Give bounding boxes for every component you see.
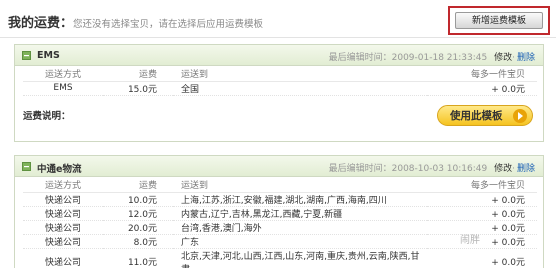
cell-fee: 12.0元 xyxy=(103,206,173,221)
template-meta: 最后编辑时间：2008-10-03 10:16:49 修改· 删除 xyxy=(328,164,535,174)
page-header: 我的运费：您还没有选择宝贝，请在选择后应用运费模板 新增运费模板 xyxy=(0,0,556,38)
rate-table: 运送方式 运费 运送到 每多一件宝贝 EMS 15.0元 全国 + 0.0元 xyxy=(23,66,537,96)
template-header: 中通e物流 最后编辑时间：2008-10-03 10:16:49 修改· 删除 xyxy=(15,156,543,177)
cell-method: 快递公司 xyxy=(23,234,103,249)
cell-destination: 台湾,香港,澳门,海外 xyxy=(173,220,427,235)
cell-extra: + 0.0元 xyxy=(427,81,537,96)
cell-destination: 内蒙古,辽宁,吉林,黑龙江,西藏,宁夏,新疆 xyxy=(173,206,427,221)
template-header: EMS 最后编辑时间：2009-01-18 21:33:45 修改· 删除 xyxy=(15,45,543,66)
table-row: 快递公司 10.0元 上海,江苏,浙江,安徽,福建,湖北,湖南,广西,海南,四川… xyxy=(23,192,537,207)
cell-fee: 8.0元 xyxy=(103,234,173,249)
watermark: 闹胖 xyxy=(460,235,480,246)
table-header-row: 运送方式 运费 运送到 每多一件宝贝 xyxy=(23,66,537,82)
page-title: 我的运费：您还没有选择宝贝，请在选择后应用运费模板 xyxy=(8,12,263,31)
template-name: EMS xyxy=(37,50,60,61)
use-template-label: 使用此模板 xyxy=(450,109,503,122)
shipping-note: 运费说明： 使用此模板 xyxy=(15,96,543,136)
cell-method: EMS xyxy=(23,81,103,96)
table-row: 快递公司 11.0元 北京,天津,河北,山西,江西,山东,河南,重庆,贵州,云南… xyxy=(23,248,537,268)
cell-method: 快递公司 xyxy=(23,220,103,235)
edit-link[interactable]: 修改 xyxy=(494,164,512,174)
template-meta: 最后编辑时间：2009-01-18 21:33:45 修改· 删除 xyxy=(328,53,535,63)
cell-fee: 20.0元 xyxy=(103,220,173,235)
last-edited: 最后编辑时间：2008-10-03 10:16:49 xyxy=(328,164,488,174)
col-method: 运送方式 xyxy=(23,177,103,193)
edit-link[interactable]: 修改 xyxy=(494,53,512,63)
rate-table: 运送方式 运费 运送到 每多一件宝贝 快递公司 10.0元 上海,江苏,浙江,安… xyxy=(23,177,537,268)
table-row: EMS 15.0元 全国 + 0.0元 xyxy=(23,81,537,96)
cell-fee: 10.0元 xyxy=(103,192,173,207)
cell-destination: 北京,天津,河北,山西,江西,山东,河南,重庆,贵州,云南,陕西,甘肃, xyxy=(173,248,427,268)
collapse-icon[interactable] xyxy=(22,162,31,171)
cell-extra: + 0.0元 xyxy=(427,234,537,249)
col-destination: 运送到 xyxy=(173,177,427,193)
cell-method: 快递公司 xyxy=(23,192,103,207)
table-header-row: 运送方式 运费 运送到 每多一件宝贝 xyxy=(23,177,537,193)
arrow-right-icon xyxy=(513,108,527,123)
template-panel-ems: EMS 最后编辑时间：2009-01-18 21:33:45 修改· 删除 运送方… xyxy=(14,44,544,142)
col-destination: 运送到 xyxy=(173,66,427,82)
use-template-button[interactable]: 使用此模板 xyxy=(437,104,533,126)
template-panel-zhongtong: 中通e物流 最后编辑时间：2008-10-03 10:16:49 修改· 删除 运… xyxy=(14,155,544,268)
table-row: 快递公司 12.0元 内蒙古,辽宁,吉林,黑龙江,西藏,宁夏,新疆 + 0.0元 xyxy=(23,206,537,221)
shipping-note-label: 运费说明： xyxy=(23,110,71,122)
page-title-label: 我的运费： xyxy=(8,16,74,31)
collapse-icon[interactable] xyxy=(22,51,31,60)
cell-destination: 广东 xyxy=(173,234,427,249)
delete-link[interactable]: 删除 xyxy=(517,164,535,174)
add-template-button[interactable]: 新增运费模板 xyxy=(455,12,543,29)
cell-extra: + 0.0元 xyxy=(427,220,537,235)
cell-fee: 15.0元 xyxy=(103,81,173,96)
cell-extra: + 0.0元 xyxy=(427,206,537,221)
col-method: 运送方式 xyxy=(23,66,103,82)
cell-extra: + 0.0元 xyxy=(427,248,537,268)
delete-link[interactable]: 删除 xyxy=(517,53,535,63)
col-extra: 每多一件宝贝 xyxy=(427,66,537,82)
col-extra: 每多一件宝贝 xyxy=(427,177,537,193)
cell-method: 快递公司 xyxy=(23,248,103,268)
last-edited: 最后编辑时间：2009-01-18 21:33:45 xyxy=(328,53,488,63)
col-fee: 运费 xyxy=(103,66,173,82)
cell-fee: 11.0元 xyxy=(103,248,173,268)
col-fee: 运费 xyxy=(103,177,173,193)
cell-destination: 全国 xyxy=(173,81,427,96)
selection-hint: 您还没有选择宝贝，请在选择后应用运费模板 xyxy=(73,19,264,30)
template-name: 中通e物流 xyxy=(37,164,82,175)
cell-extra: + 0.0元 xyxy=(427,192,537,207)
cell-method: 快递公司 xyxy=(23,206,103,221)
cell-destination: 上海,江苏,浙江,安徽,福建,湖北,湖南,广西,海南,四川 xyxy=(173,192,427,207)
add-template-highlight: 新增运费模板 xyxy=(448,6,550,35)
